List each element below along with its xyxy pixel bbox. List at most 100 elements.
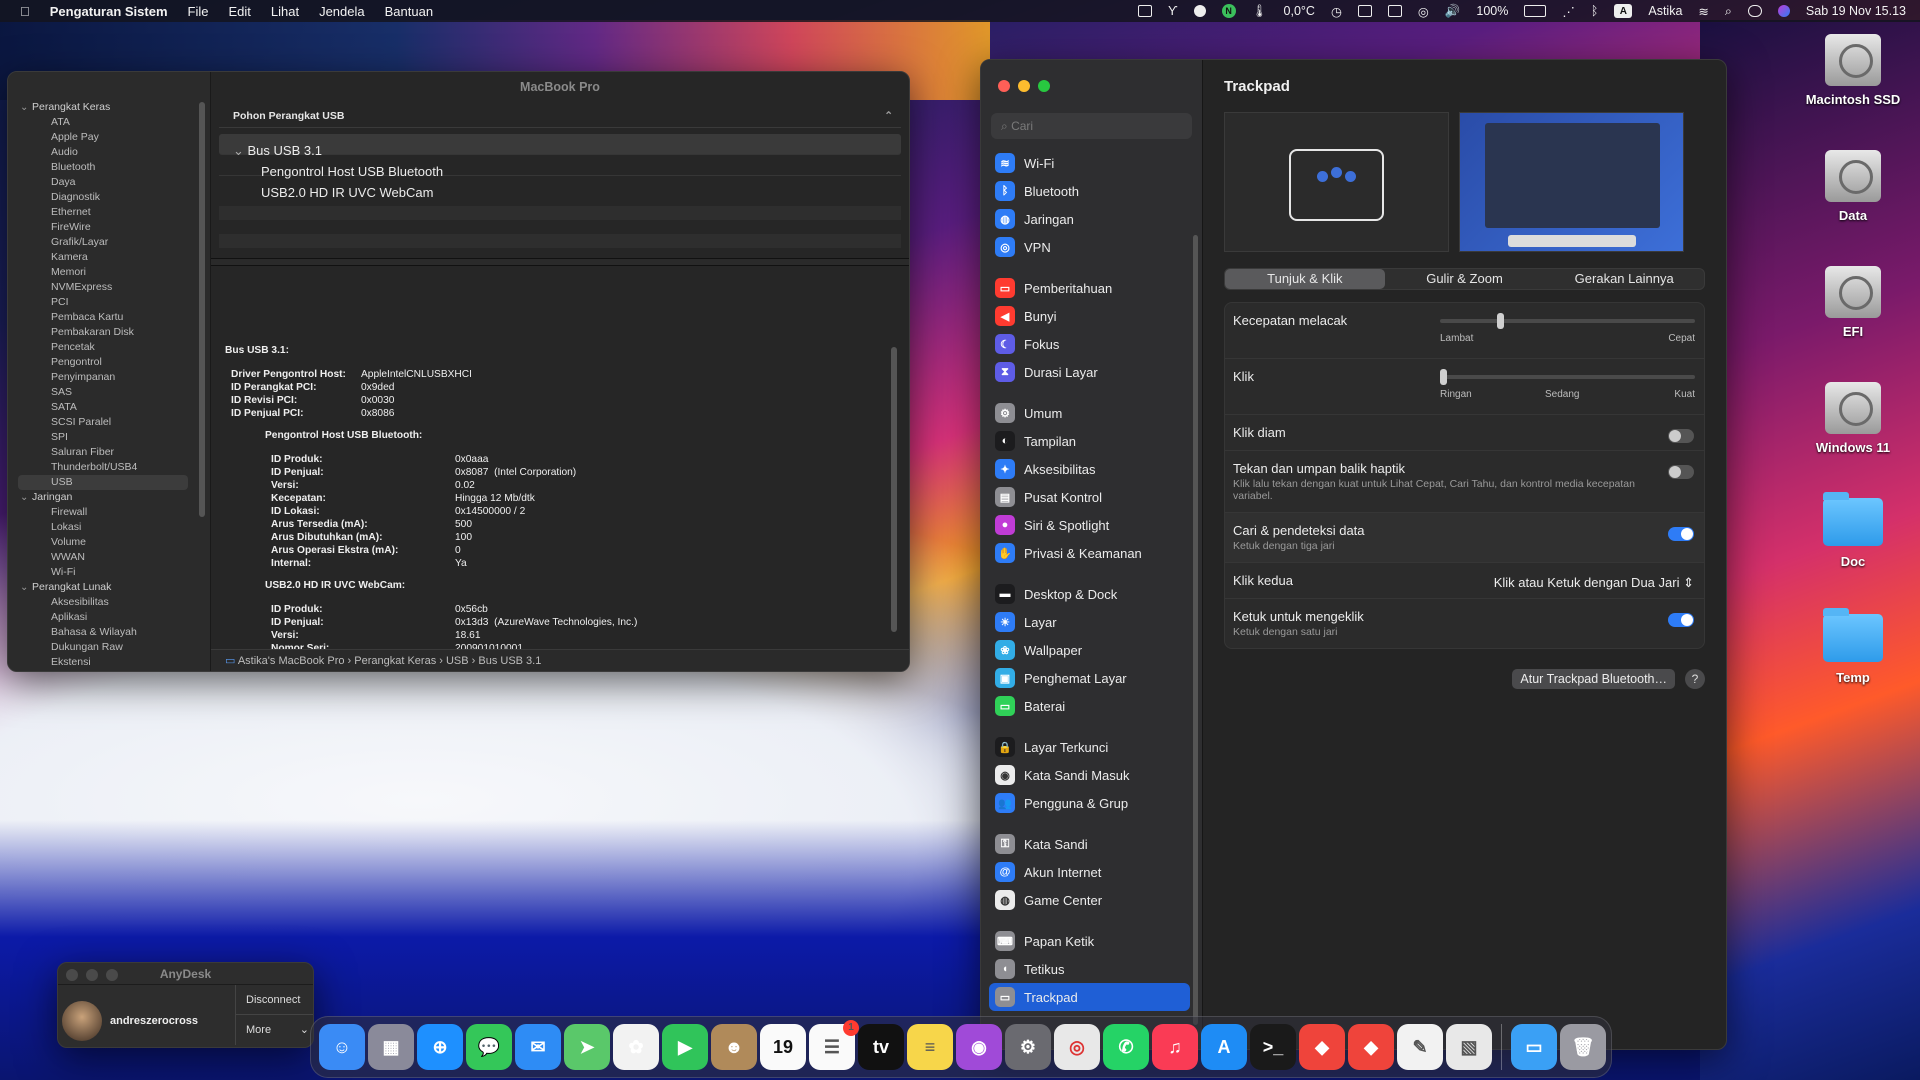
- sidebar-item[interactable]: PCI: [8, 295, 210, 310]
- sidebar-item-akun-internet[interactable]: @ Akun Internet: [981, 858, 1202, 886]
- sidebar-item[interactable]: Saluran Fiber: [8, 445, 210, 460]
- minimize-button[interactable]: [1018, 80, 1030, 92]
- preview-icon[interactable]: ▧: [1446, 1024, 1492, 1070]
- close-button[interactable]: [66, 969, 78, 981]
- clock-icon[interactable]: ◷: [1331, 4, 1342, 19]
- sidebar-item[interactable]: SATA: [8, 400, 210, 415]
- sidebar-item-privasi-keamanan[interactable]: ✋ Privasi & Keamanan: [981, 539, 1202, 567]
- battery-icon[interactable]: [1524, 5, 1547, 17]
- sidebar-item[interactable]: Lokasi: [8, 520, 210, 535]
- sidebar-item-game-center[interactable]: ◍ Game Center: [981, 886, 1202, 914]
- sidebar-item[interactable]: SAS: [8, 385, 210, 400]
- more-button[interactable]: More ⌄: [235, 1015, 313, 1045]
- sidebar-item[interactable]: Volume: [8, 535, 210, 550]
- tracking-speed-slider[interactable]: [1440, 313, 1695, 329]
- click-force-slider[interactable]: [1440, 369, 1695, 385]
- volume-icon[interactable]: 🔊: [1445, 4, 1461, 19]
- path-text[interactable]: Astika's MacBook Pro › Perangkat Keras ›…: [238, 655, 542, 667]
- notes-icon[interactable]: ≡: [907, 1024, 953, 1070]
- secondary-click-popup[interactable]: Klik atau Ketuk dengan Dua Jari ⇕: [1494, 575, 1694, 591]
- sidebar-item-siri-spotlight[interactable]: ● Siri & Spotlight: [981, 511, 1202, 539]
- sidebar-item[interactable]: Thunderbolt/USB4: [8, 460, 210, 475]
- sidebar-item-tampilan[interactable]: ◐ Tampilan: [981, 427, 1202, 455]
- bluetooth-icon[interactable]: ᛒ: [1591, 4, 1599, 18]
- sidebar-item-bunyi[interactable]: ◀ Bunyi: [981, 302, 1202, 330]
- discord-icon[interactable]: [1193, 5, 1206, 17]
- textedit-icon[interactable]: ✎: [1397, 1024, 1443, 1070]
- user-name[interactable]: Astika: [1648, 4, 1682, 18]
- sidebar-item[interactable]: Audio: [8, 145, 210, 160]
- dots-icon[interactable]: ⋰: [1562, 4, 1575, 19]
- minimize-button[interactable]: [86, 969, 98, 981]
- appletv-icon[interactable]: tv: [858, 1024, 904, 1070]
- sidebar-item[interactable]: Wi-Fi: [8, 565, 210, 580]
- sidebar-item-kata-sandi-masuk[interactable]: ◉ Kata Sandi Masuk: [981, 761, 1202, 789]
- desktop-icon[interactable]: Data: [1798, 150, 1908, 223]
- anydesk-icon[interactable]: ◆: [1299, 1024, 1345, 1070]
- sidebar-item-fokus[interactable]: ☾ Fokus: [981, 330, 1202, 358]
- sidebar-item[interactable]: Aksesibilitas: [8, 595, 210, 610]
- sidebar-item[interactable]: FireWire: [8, 220, 210, 235]
- sidebar-item[interactable]: USB: [18, 475, 188, 490]
- sidebar-item-kata-sandi[interactable]: ⚿ Kata Sandi: [981, 830, 1202, 858]
- airplay-icon[interactable]: ◎: [1418, 4, 1429, 19]
- tab-scroll-zoom[interactable]: Gulir & Zoom: [1385, 269, 1545, 289]
- system-settings-icon[interactable]: ⚙: [1005, 1024, 1051, 1070]
- sidebar-item[interactable]: Diagnostik: [8, 190, 210, 205]
- battery-percent[interactable]: 100%: [1476, 4, 1508, 18]
- maps-icon[interactable]: ➤: [564, 1024, 610, 1070]
- trash-icon[interactable]: 🗑: [1560, 1024, 1606, 1070]
- downloads-folder-icon[interactable]: ▭: [1511, 1024, 1557, 1070]
- sidebar-item-durasi-layar[interactable]: ⧗ Durasi Layar: [981, 358, 1202, 386]
- temperature-readout[interactable]: 0,0°C: [1284, 4, 1315, 18]
- force-click-toggle[interactable]: [1668, 465, 1694, 479]
- sidebar-item-pusat-kontrol[interactable]: ▤ Pusat Kontrol: [981, 483, 1202, 511]
- menu-edit[interactable]: Edit: [228, 4, 250, 19]
- silent-click-toggle[interactable]: [1668, 429, 1694, 443]
- sidebar-item-penghemat-layar[interactable]: ▣ Penghemat Layar: [981, 664, 1202, 692]
- sidebar-item-trackpad[interactable]: ▭ Trackpad: [989, 983, 1190, 1011]
- sidebar-group[interactable]: Perangkat Lunak: [8, 580, 210, 595]
- disconnect-button[interactable]: Disconnect: [235, 985, 313, 1015]
- sidebar-group[interactable]: Jaringan: [8, 490, 210, 505]
- chrome-icon[interactable]: ◎: [1054, 1024, 1100, 1070]
- zoom-button[interactable]: [1038, 80, 1050, 92]
- facetime-icon[interactable]: ▶: [662, 1024, 708, 1070]
- sidebar-item-umum[interactable]: ⚙ Umum: [981, 399, 1202, 427]
- screen-mirroring-icon[interactable]: [1138, 5, 1153, 17]
- launchpad-icon[interactable]: ▦: [368, 1024, 414, 1070]
- chevron-up-icon[interactable]: ⌃: [884, 104, 893, 128]
- sidebar-item-tetikus[interactable]: ◖ Tetikus: [981, 955, 1202, 983]
- sidebar-item[interactable]: WWAN: [8, 550, 210, 565]
- terminal-icon[interactable]: >_: [1250, 1024, 1296, 1070]
- click-force-knob[interactable]: [1440, 369, 1447, 385]
- wifi-icon[interactable]: ≋: [1698, 4, 1708, 19]
- sidebar-item[interactable]: Pembaca Kartu: [8, 310, 210, 325]
- sidebar-item-jaringan[interactable]: ◍ Jaringan: [981, 205, 1202, 233]
- sidebar-item-layar[interactable]: ☀ Layar: [981, 608, 1202, 636]
- help-button[interactable]: ?: [1685, 669, 1705, 689]
- sidebar-item-vpn[interactable]: ◎ VPN: [981, 233, 1202, 261]
- sidebar-item[interactable]: Firewall: [8, 505, 210, 520]
- tracking-speed-knob[interactable]: [1497, 313, 1505, 329]
- sidebar-scrollbar[interactable]: [199, 102, 205, 517]
- sidebar-item-papan-ketik[interactable]: ⌨ Papan Ketik: [981, 927, 1202, 955]
- display-icon[interactable]: [1387, 5, 1402, 17]
- temperature-icon[interactable]: 🌡: [1252, 4, 1268, 19]
- photos-icon[interactable]: ✿: [613, 1024, 659, 1070]
- lookup-toggle[interactable]: [1668, 527, 1694, 541]
- anydesk-alt-icon[interactable]: ◆: [1348, 1024, 1394, 1070]
- menu-window[interactable]: Jendela: [319, 4, 365, 19]
- sidebar-item[interactable]: Memori: [8, 265, 210, 280]
- date-time[interactable]: Sab 19 Nov 15.13: [1806, 4, 1906, 18]
- sidebar-item-bluetooth[interactable]: ᛒ Bluetooth: [981, 177, 1202, 205]
- tree-row-bus[interactable]: Bus USB 3.1: [219, 134, 901, 158]
- sidebar-item[interactable]: Bahasa & Wilayah: [8, 625, 210, 640]
- sidebar-item[interactable]: Kamera: [8, 250, 210, 265]
- sidebar-item[interactable]: Pengontrol: [8, 355, 210, 370]
- desktop-icon[interactable]: Macintosh SSD: [1798, 34, 1908, 107]
- sidebar-item[interactable]: Dukungan Raw: [8, 640, 210, 655]
- input-source-icon[interactable]: A: [1614, 4, 1633, 18]
- sidebar-item[interactable]: Ethernet: [8, 205, 210, 220]
- sidebar-item[interactable]: NVMExpress: [8, 280, 210, 295]
